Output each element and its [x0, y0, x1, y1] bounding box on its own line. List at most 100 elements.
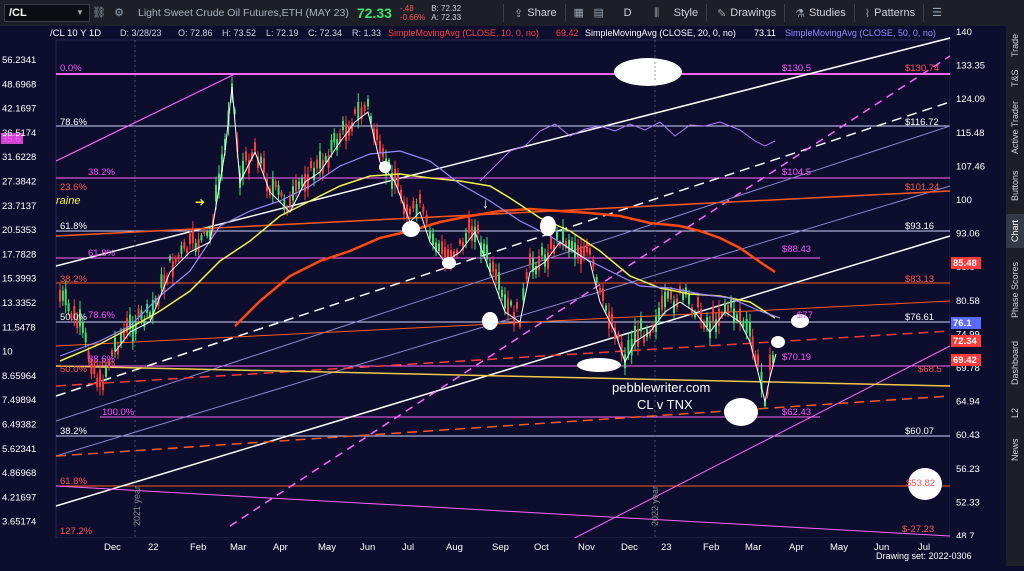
candle — [292, 186, 294, 201]
candle — [412, 200, 415, 209]
fib-label: 38.2% — [88, 167, 115, 178]
time-axis-tick: Oct — [534, 542, 549, 553]
candle — [673, 301, 675, 314]
candle — [627, 340, 630, 354]
share-button[interactable]: ⇪ Share — [514, 7, 557, 20]
chevron-down-icon[interactable]: ▼ — [76, 8, 86, 18]
left-axis-tick: 4.86968 — [2, 468, 36, 479]
sma10-value: 69.42 — [556, 28, 579, 38]
candle — [363, 104, 366, 111]
price-chart[interactable]: /CL 10 Y 1D D: 3/28/23 O: 72.86 H: 73.52… — [0, 26, 1006, 567]
candle — [295, 179, 297, 192]
candle — [486, 244, 488, 260]
candle — [712, 307, 714, 322]
candle — [301, 178, 303, 186]
candle — [376, 129, 378, 140]
raine-label: raine — [56, 195, 80, 207]
right-axis-tick: 93.06 — [956, 229, 980, 240]
highlight-ellipse — [442, 257, 456, 269]
drawing-set-label: Drawing set: 2022-0306 — [876, 551, 972, 561]
price-tag-text: 76.1 — [953, 318, 972, 329]
patterns-icon: ⌇ — [864, 7, 871, 20]
link-icon[interactable]: ⛓ — [92, 6, 106, 20]
right-axis-tick: 56.23 — [956, 464, 980, 475]
price-level-label: $76.61 — [905, 312, 934, 323]
candle — [327, 155, 330, 168]
price-level-label: $116.72 — [905, 117, 939, 128]
time-axis-tick: Aug — [446, 542, 463, 553]
left-axis-tick: 11.5478 — [2, 322, 36, 333]
sidebar-tab-phase-scores[interactable]: Phase Scores — [1006, 252, 1024, 328]
sidebar-tab-t-s[interactable]: T&S — [1006, 64, 1024, 92]
right-axis-tick: 133.35 — [956, 61, 985, 72]
drawings-button[interactable]: ✎ Drawings — [717, 7, 776, 20]
candle — [283, 199, 286, 210]
sidebar-tab-l2[interactable]: L2 — [1006, 398, 1024, 428]
candle — [206, 231, 209, 237]
candle — [706, 317, 708, 328]
candle — [718, 308, 720, 326]
time-axis-tick: Jul — [402, 542, 414, 553]
right-axis-tick: 100 — [956, 195, 972, 206]
left-axis-tick: 3.65174 — [2, 517, 36, 528]
candle — [64, 288, 67, 306]
fib-label: 127.2% — [60, 526, 93, 537]
sidebar-tab-trade[interactable]: Trade — [1006, 30, 1024, 60]
sidebar-tab-news[interactable]: News — [1006, 432, 1024, 468]
candle — [354, 109, 356, 114]
right-sidebar: Trade T&S Active Trader Buttons Chart Phase S… — [1006, 26, 1024, 566]
candle — [277, 185, 280, 195]
price-tag-text: 85.48 — [953, 258, 977, 269]
sidebar-tab-buttons[interactable]: Buttons — [1006, 162, 1024, 210]
sidebar-tab-active-trader[interactable]: Active Trader — [1006, 96, 1024, 158]
candle — [260, 156, 262, 164]
candle — [634, 326, 636, 343]
ohlc-date: D: 3/28/23 — [120, 28, 162, 38]
price-level-label: $-27.23 — [902, 524, 934, 535]
fib-label: 88.6% — [88, 358, 115, 369]
candle — [602, 288, 604, 301]
time-axis-tick: Nov — [578, 542, 595, 553]
candle — [471, 226, 473, 241]
highlight-ellipse — [724, 398, 758, 426]
sidebar-tab-dashboard[interactable]: Dashboard — [1006, 332, 1024, 394]
studies-button[interactable]: ⚗ Studies — [795, 7, 846, 20]
candle — [589, 248, 591, 255]
gear-icon[interactable]: ⚙ — [112, 6, 126, 20]
candle — [459, 240, 461, 245]
left-axis-tick: 36.5174 — [2, 128, 36, 139]
sidebar-tab-chart[interactable]: Chart — [1006, 214, 1024, 248]
sma20-label: SimpleMovingAvg (CLOSE, 20, 0, no) — [585, 28, 736, 38]
candle — [498, 272, 500, 290]
candle — [59, 289, 61, 302]
style-button[interactable]: Style — [674, 7, 698, 19]
right-axis-tick: 140 — [956, 27, 972, 38]
fib-label: 61.8% — [88, 248, 115, 259]
year-2022-label: 2022 year — [650, 486, 660, 526]
price-level-label: $77 — [797, 310, 813, 321]
candle — [330, 140, 333, 152]
sma20-value: 73.11 — [754, 28, 776, 38]
candle — [379, 140, 381, 154]
menu-icon[interactable]: ☰ — [930, 6, 944, 20]
price-level-label: $130.74 — [905, 63, 939, 74]
candle — [477, 225, 479, 234]
candle — [203, 228, 206, 234]
candle — [727, 305, 729, 314]
candle — [757, 354, 759, 366]
grid-icon[interactable]: ▦ — [572, 6, 586, 20]
candle — [432, 233, 434, 245]
last-price: 72.33 — [356, 5, 392, 21]
candle — [99, 369, 101, 387]
time-axis-tick: May — [318, 542, 336, 553]
calendar-icon[interactable]: ▤ — [592, 6, 606, 20]
left-axis-tick: 48.6968 — [2, 79, 36, 90]
candles-icon[interactable]: ⫼ — [650, 6, 664, 20]
candle — [522, 288, 525, 301]
right-axis-tick: 60.43 — [956, 430, 980, 441]
candle — [507, 298, 509, 315]
fib-label: 61.8% — [60, 221, 87, 232]
patterns-button[interactable]: ⌇ Patterns — [865, 7, 915, 20]
candle — [637, 328, 639, 347]
period-button[interactable]: D — [624, 7, 632, 19]
